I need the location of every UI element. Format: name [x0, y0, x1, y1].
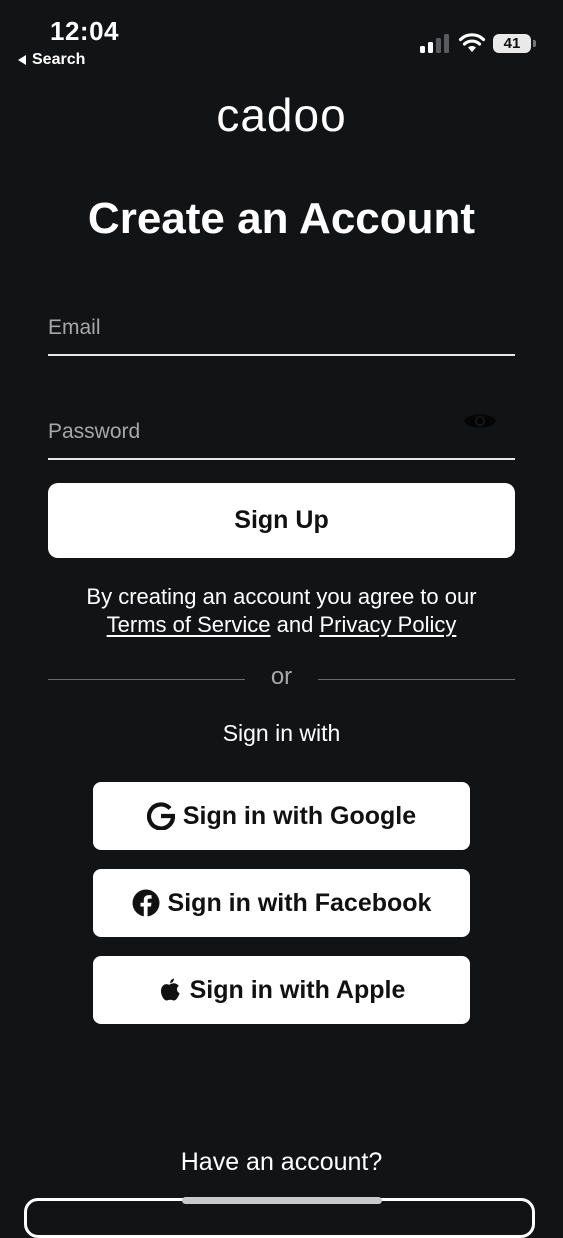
facebook-button-label: Sign in with Facebook — [167, 888, 432, 917]
divider-right — [318, 679, 515, 680]
battery-icon: 41 — [493, 34, 531, 53]
privacy-policy-link[interactable]: Privacy Policy — [319, 612, 456, 637]
password-field-container — [48, 398, 515, 460]
agreement-prefix: By creating an account you agree to our — [86, 584, 477, 609]
agreement-and: and — [276, 612, 314, 637]
cellular-signal-icon — [420, 33, 449, 53]
back-to-search-link[interactable]: Search — [18, 51, 85, 69]
email-field[interactable] — [48, 316, 448, 340]
sign-in-google-button[interactable]: Sign in with Google — [93, 782, 470, 850]
sign-in-with-label: Sign in with — [222, 720, 341, 746]
home-indicator — [182, 1197, 382, 1204]
apple-icon — [160, 978, 180, 1001]
eye-icon[interactable] — [463, 410, 497, 432]
terms-agreement: By creating an account you agree to our … — [0, 583, 563, 639]
status-bar: 12:04 Search 41 — [0, 0, 563, 80]
sign-in-facebook-button[interactable]: Sign in with Facebook — [93, 869, 470, 937]
divider-left — [48, 679, 245, 680]
wifi-icon — [458, 33, 486, 52]
log-in-button[interactable] — [24, 1198, 535, 1238]
google-icon — [146, 802, 175, 830]
cadoo-logo: cadoo — [216, 89, 347, 141]
google-button-label: Sign in with Google — [182, 801, 417, 830]
status-time: 12:04 — [50, 16, 119, 46]
apple-button-label: Sign in with Apple — [189, 975, 406, 1004]
page-title: Create an Account — [87, 194, 476, 243]
password-field[interactable] — [48, 420, 448, 444]
sign-up-button[interactable]: Sign Up — [48, 483, 515, 558]
back-arrow-icon — [18, 55, 26, 65]
facebook-icon — [132, 889, 160, 917]
terms-of-service-link[interactable]: Terms of Service — [107, 612, 271, 637]
have-account-text: Have an account? — [180, 1148, 383, 1176]
sign-in-apple-button[interactable]: Sign in with Apple — [93, 956, 470, 1024]
divider-or-text: or — [270, 663, 293, 690]
email-field-container — [48, 294, 515, 356]
battery-nub — [533, 40, 536, 47]
back-link-label: Search — [32, 51, 86, 68]
